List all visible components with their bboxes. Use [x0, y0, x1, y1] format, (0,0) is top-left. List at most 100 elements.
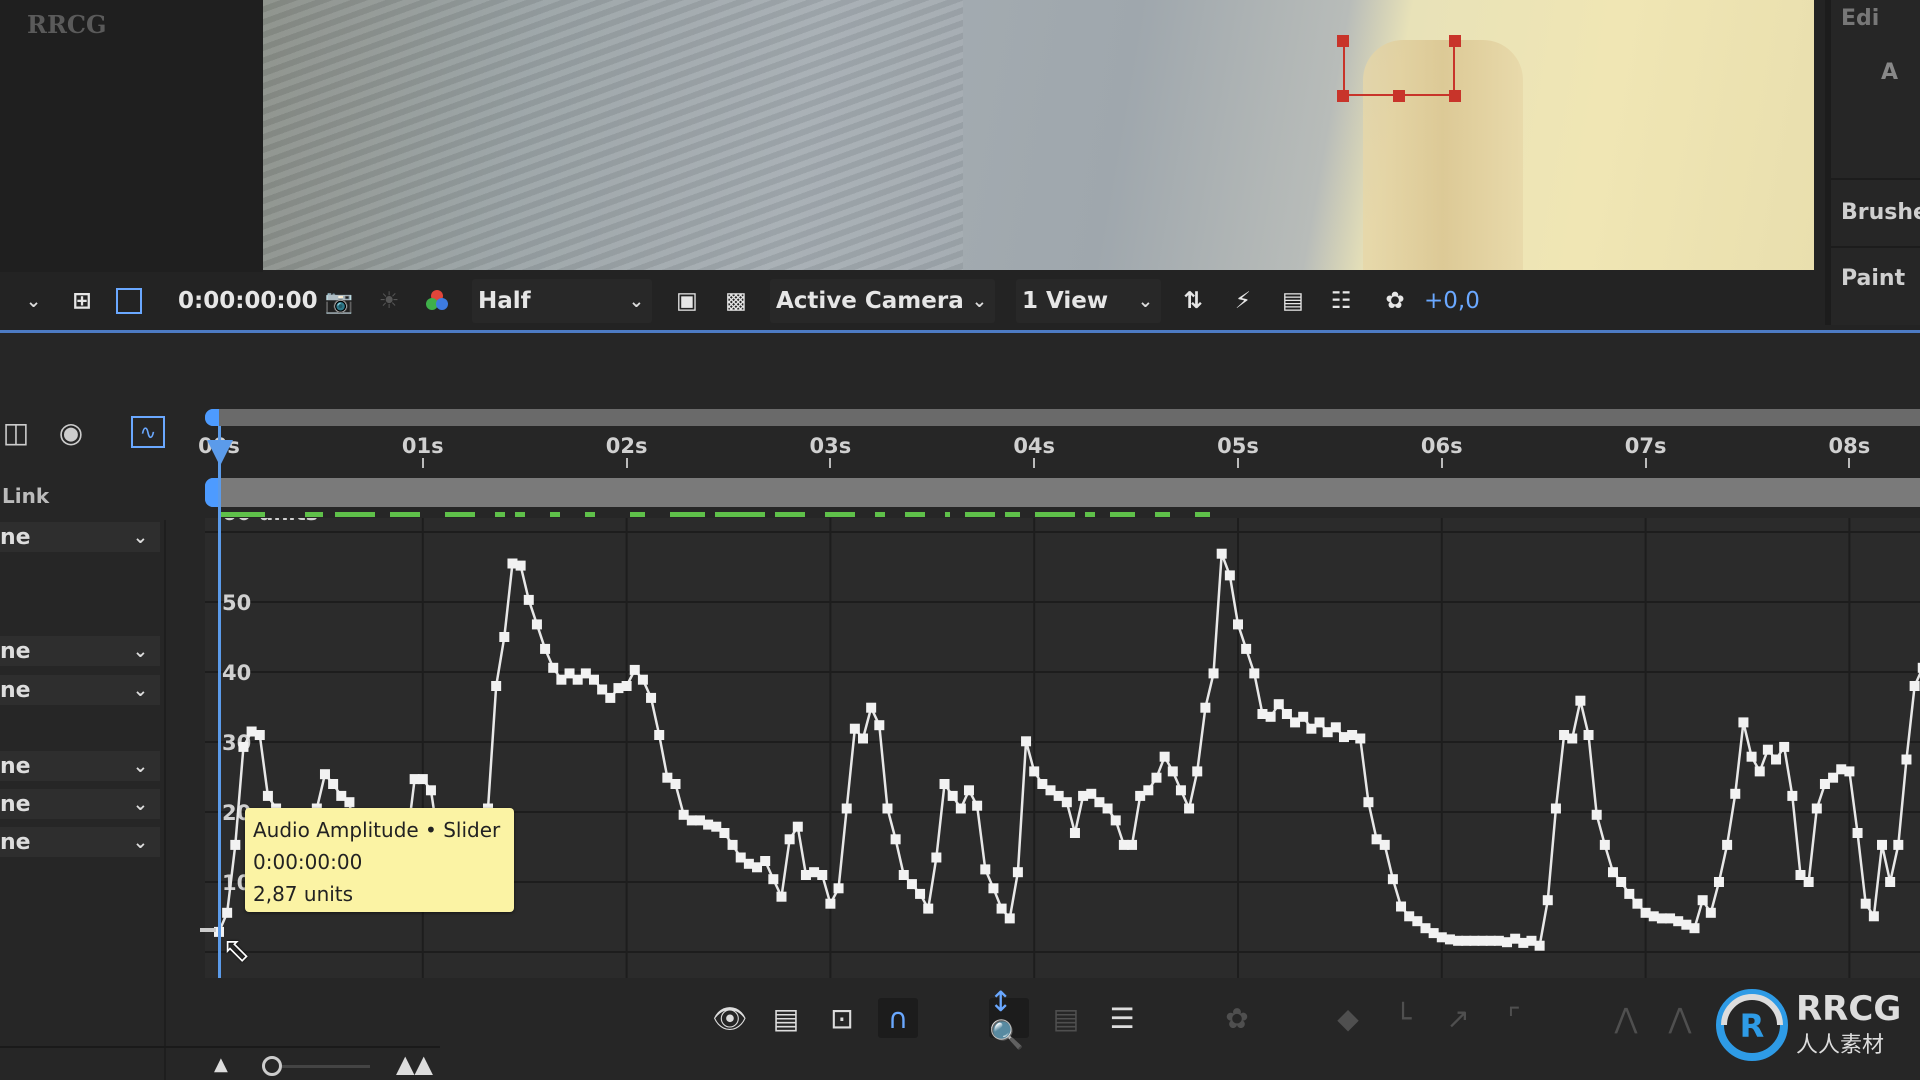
- data-point[interactable]: [760, 856, 771, 866]
- data-point[interactable]: [1004, 913, 1015, 924]
- data-point[interactable]: [1396, 901, 1407, 912]
- data-point[interactable]: [1314, 717, 1325, 728]
- data-point[interactable]: [1722, 839, 1733, 850]
- mask-vertex[interactable]: [1449, 90, 1461, 102]
- zoom-out-icon[interactable]: ▲: [214, 1054, 228, 1075]
- magnification-dropdown[interactable]: ⌄: [26, 279, 41, 323]
- data-point[interactable]: [1844, 766, 1855, 777]
- data-point[interactable]: [230, 839, 241, 850]
- graph-type-button[interactable]: ▤: [766, 998, 806, 1038]
- data-point[interactable]: [1184, 803, 1195, 814]
- zoom-in-icon[interactable]: ▲▲: [396, 1050, 433, 1078]
- data-point[interactable]: [1110, 815, 1121, 826]
- data-point[interactable]: [1355, 733, 1366, 744]
- parent-dropdown[interactable]: ne ⌄: [0, 675, 160, 705]
- data-point[interactable]: [328, 779, 339, 789]
- data-point[interactable]: [1567, 733, 1578, 744]
- data-point[interactable]: [1387, 874, 1398, 885]
- data-point[interactable]: [849, 723, 860, 734]
- camera-dropdown[interactable]: Active Camera ⌄: [770, 279, 995, 323]
- auto-zoom-height-button[interactable]: ↕🔍: [989, 985, 1029, 1051]
- data-point[interactable]: [858, 733, 869, 744]
- reset-exposure-button[interactable]: ✿: [1379, 279, 1411, 323]
- mask-path[interactable]: [1343, 40, 1455, 96]
- data-point[interactable]: [955, 803, 966, 814]
- mask-vertex[interactable]: [1393, 90, 1405, 102]
- data-point[interactable]: [898, 870, 909, 880]
- work-area-bar[interactable]: [205, 478, 1920, 507]
- data-point[interactable]: [1143, 785, 1154, 796]
- parent-dropdown[interactable]: ne ⌄: [0, 789, 160, 819]
- data-point[interactable]: [1265, 711, 1276, 722]
- data-point[interactable]: [1200, 702, 1211, 713]
- data-point[interactable]: [1885, 877, 1896, 887]
- data-point[interactable]: [531, 619, 542, 630]
- mask-vertex[interactable]: [1337, 35, 1349, 47]
- playhead-line[interactable]: [218, 426, 221, 978]
- data-point[interactable]: [1583, 730, 1594, 740]
- show-properties-button[interactable]: 👁: [710, 998, 750, 1038]
- separate-dimensions-button[interactable]: ✿: [1217, 998, 1257, 1038]
- data-point[interactable]: [841, 803, 852, 814]
- data-point[interactable]: [1624, 888, 1635, 899]
- data-point[interactable]: [972, 800, 983, 811]
- data-point[interactable]: [1779, 741, 1790, 752]
- data-point[interactable]: [1167, 766, 1178, 777]
- data-point[interactable]: [1330, 722, 1341, 733]
- snap-button[interactable]: ∩: [878, 998, 918, 1038]
- composition-viewer[interactable]: [263, 0, 1814, 270]
- data-point[interactable]: [833, 883, 844, 894]
- panel-paint[interactable]: Paint: [1841, 266, 1905, 291]
- data-point[interactable]: [1534, 940, 1545, 951]
- data-point[interactable]: [1249, 668, 1260, 679]
- panel-tab-a[interactable]: A: [1881, 60, 1898, 85]
- data-point[interactable]: [222, 907, 233, 918]
- data-point[interactable]: [1607, 867, 1618, 878]
- data-point[interactable]: [939, 779, 950, 789]
- time-navigator-bar[interactable]: [205, 409, 1920, 426]
- data-point[interactable]: [588, 674, 599, 685]
- fit-all-button[interactable]: ☰: [1102, 998, 1142, 1038]
- data-point[interactable]: [262, 790, 273, 801]
- data-point[interactable]: [1754, 766, 1765, 777]
- keyframe-handle[interactable]: [200, 928, 216, 932]
- data-point[interactable]: [1233, 619, 1243, 630]
- data-point[interactable]: [523, 594, 534, 605]
- data-point[interactable]: [1868, 911, 1879, 922]
- edit-keyframe-button[interactable]: ◆: [1328, 998, 1368, 1038]
- data-point[interactable]: [874, 720, 885, 731]
- data-point[interactable]: [1029, 766, 1040, 777]
- transform-box-button[interactable]: ⊡: [822, 998, 862, 1038]
- grid-guides-button[interactable]: ⊞: [66, 279, 98, 323]
- parent-dropdown[interactable]: ne ⌄: [0, 827, 160, 857]
- data-point[interactable]: [417, 774, 428, 785]
- linear-keyframe-button[interactable]: ↗: [1438, 998, 1478, 1038]
- data-point[interactable]: [344, 797, 355, 808]
- data-point[interactable]: [1061, 797, 1072, 808]
- data-point[interactable]: [1273, 699, 1284, 710]
- transparency-grid-button[interactable]: ▩: [720, 279, 752, 323]
- data-point[interactable]: [1771, 754, 1782, 765]
- panel-brushes[interactable]: Brushe: [1841, 200, 1920, 225]
- data-point[interactable]: [1705, 907, 1716, 918]
- data-point[interactable]: [1730, 788, 1741, 799]
- data-point[interactable]: [1012, 867, 1023, 878]
- data-point[interactable]: [1762, 744, 1773, 755]
- fast-previews-button[interactable]: ⚡: [1227, 279, 1259, 323]
- data-point[interactable]: [1909, 681, 1920, 691]
- data-point[interactable]: [540, 643, 551, 654]
- data-point[interactable]: [238, 741, 249, 752]
- data-point[interactable]: [629, 664, 640, 675]
- data-point[interactable]: [866, 702, 877, 713]
- data-point[interactable]: [1021, 736, 1032, 747]
- mask-vertex[interactable]: [1337, 90, 1349, 102]
- data-point[interactable]: [1379, 839, 1390, 850]
- data-point[interactable]: [1738, 717, 1749, 728]
- show-snapshot-button[interactable]: ☀: [373, 279, 405, 323]
- data-point[interactable]: [776, 891, 787, 902]
- playhead-handle[interactable]: [207, 440, 233, 466]
- toggle-mask-button[interactable]: [116, 279, 142, 323]
- data-point[interactable]: [1860, 898, 1871, 909]
- data-point[interactable]: [882, 803, 893, 814]
- mask-vertex[interactable]: [1449, 35, 1461, 47]
